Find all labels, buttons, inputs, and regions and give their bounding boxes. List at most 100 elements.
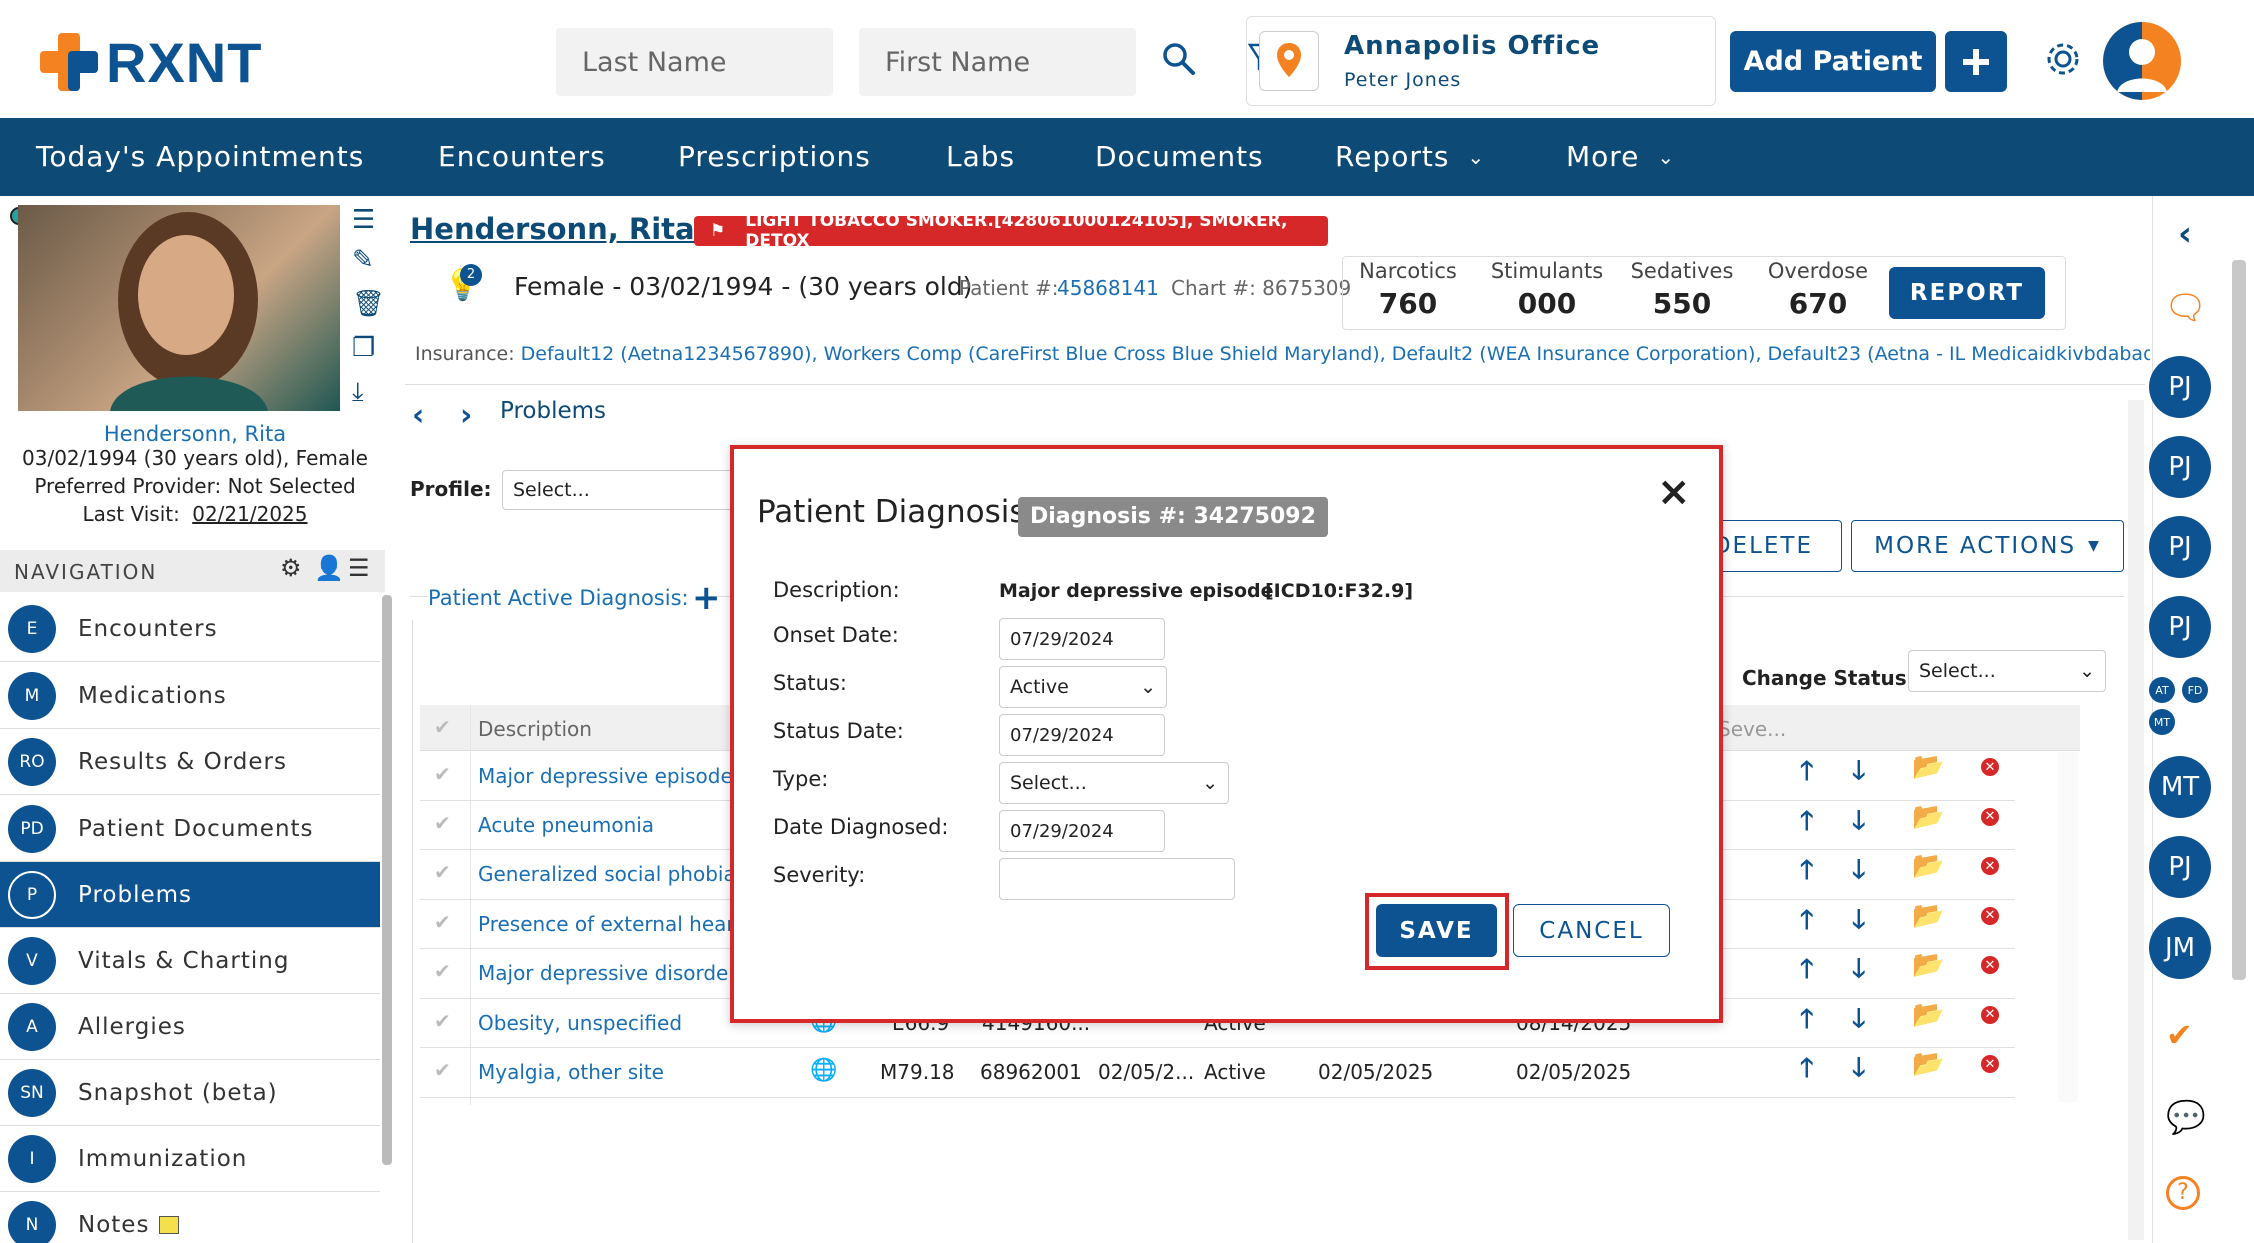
rail-avatar-small[interactable]: AT <box>2149 677 2175 703</box>
nav-todays-appointments[interactable]: Today's Appointments <box>36 140 364 173</box>
edit-icon[interactable]: ✎ <box>352 245 386 289</box>
nav-list-patient-documents[interactable]: PD Patient Documents <box>0 796 380 862</box>
move-up-icon[interactable]: 🡑 <box>1800 752 1814 796</box>
row-description[interactable]: Presence of external hearin <box>478 912 753 936</box>
report-button[interactable]: REPORT <box>1889 267 2045 319</box>
rail-avatar-small[interactable]: MT <box>2149 709 2175 735</box>
rail-avatar[interactable]: JM <box>2149 917 2211 979</box>
nav-list-immunization[interactable]: I Immunization <box>0 1126 380 1192</box>
rail-avatar[interactable]: PJ <box>2149 436 2211 498</box>
rail-avatar[interactable]: PJ <box>2149 596 2211 658</box>
folder-icon[interactable]: 📂 <box>1912 802 1944 832</box>
office-selector[interactable]: Annapolis Office Peter Jones <box>1246 16 1716 106</box>
navigation-scrollbar[interactable] <box>382 595 392 1165</box>
last-name-input[interactable]: Last Name <box>556 28 833 96</box>
content-scrollbar[interactable] <box>2128 400 2144 1240</box>
nav-list-medications[interactable]: M Medications <box>0 663 380 729</box>
close-icon[interactable]: × <box>1657 469 1691 515</box>
rail-avatar[interactable]: PJ <box>2149 356 2211 418</box>
add-diagnosis-icon[interactable]: + <box>692 578 721 618</box>
patient-name[interactable]: Hendersonn, Rita <box>410 212 695 246</box>
patient-flag-badge[interactable]: ⚑ LIGHT TOBACCO SMOKER.[428061000124105]… <box>694 211 1328 251</box>
delete-row-icon[interactable]: ✕ <box>1981 758 1999 776</box>
user-avatar[interactable] <box>2103 22 2181 100</box>
nav-list-vitals[interactable]: V Vitals & Charting <box>0 928 380 994</box>
search-icon[interactable] <box>1160 40 1198 78</box>
insurance-value[interactable]: Default12 (Aetna1234567890), Workers Com… <box>521 343 2150 365</box>
row-checkbox[interactable]: ✔ <box>434 762 451 786</box>
copy-icon[interactable]: ❐ <box>352 333 386 377</box>
move-down-icon[interactable]: 🡓 <box>1852 851 1866 895</box>
delete-row-icon[interactable]: ✕ <box>1981 956 1999 974</box>
delete-row-icon[interactable]: ✕ <box>1981 1005 1999 1024</box>
download-icon[interactable]: ⤓ <box>352 377 386 417</box>
row-checkbox[interactable]: ✔ <box>434 910 451 934</box>
nav-labs[interactable]: Labs <box>946 140 1015 173</box>
nav-encounters[interactable]: Encounters <box>438 140 606 173</box>
change-status-select[interactable]: Select... ⌄ <box>1908 650 2106 692</box>
profile-select[interactable]: Select... <box>502 470 742 510</box>
move-down-icon[interactable]: 🡓 <box>1852 1000 1866 1044</box>
folder-icon[interactable]: 📂 <box>1912 851 1944 881</box>
move-up-icon[interactable]: 🡑 <box>1800 1049 1814 1093</box>
date-diagnosed-input[interactable]: 07/29/2024 <box>999 810 1165 852</box>
row-description[interactable]: Acute pneumonia <box>478 813 654 837</box>
move-down-icon[interactable]: 🡓 <box>1852 901 1866 945</box>
table-scrollbar[interactable] <box>2058 752 2078 1102</box>
move-down-icon[interactable]: 🡓 <box>1852 752 1866 796</box>
last-visit-date[interactable]: 02/21/2025 <box>192 502 307 526</box>
nav-list-allergies[interactable]: A Allergies <box>0 994 380 1060</box>
row-description[interactable]: Myalgia, other site <box>478 1060 664 1084</box>
nav-list-encounters[interactable]: E Encounters <box>0 596 380 662</box>
delete-row-icon[interactable]: ✕ <box>1981 1055 1999 1073</box>
rail-avatar[interactable]: PJ <box>2149 516 2211 578</box>
status-select[interactable]: Active ⌄ <box>999 666 1167 708</box>
delete-row-icon[interactable]: ✕ <box>1981 857 1999 875</box>
move-up-icon[interactable]: 🡑 <box>1800 901 1814 945</box>
rail-avatar[interactable]: PJ <box>2149 836 2211 898</box>
type-select[interactable]: Select... ⌄ <box>999 762 1229 804</box>
folder-icon[interactable]: 📂 <box>1912 1000 1944 1030</box>
move-down-icon[interactable]: 🡓 <box>1852 950 1866 994</box>
delete-row-icon[interactable]: ✕ <box>1981 906 1999 925</box>
row-checkbox[interactable]: ✔ <box>434 1058 451 1082</box>
list-icon[interactable]: ☰ <box>352 205 386 245</box>
row-checkbox[interactable]: ✔ <box>434 959 451 983</box>
folder-icon[interactable]: 📂 <box>1912 752 1944 782</box>
rail-avatar-small[interactable]: FD <box>2182 677 2208 703</box>
move-up-icon[interactable]: 🡑 <box>1800 950 1814 994</box>
onset-date-input[interactable]: 07/29/2024 <box>999 618 1165 660</box>
row-description[interactable]: Major depressive disorder, r <box>478 961 758 985</box>
help-icon[interactable]: ? <box>2166 1176 2200 1210</box>
forward-chevron-icon[interactable]: › <box>460 398 472 433</box>
select-all-checkbox[interactable]: ✔ <box>434 715 451 739</box>
nav-reports[interactable]: Reports ⌄ <box>1335 140 1485 173</box>
row-description[interactable]: Obesity, unspecified <box>478 1011 682 1035</box>
rail-avatar[interactable]: MT <box>2149 756 2211 818</box>
nav-documents[interactable]: Documents <box>1095 140 1264 173</box>
folder-icon[interactable]: 📂 <box>1912 950 1944 980</box>
move-up-icon[interactable]: 🡑 <box>1800 851 1814 895</box>
gear-icon[interactable] <box>2044 40 2082 78</box>
row-description[interactable]: Generalized social phobia <box>478 862 736 886</box>
move-up-icon[interactable]: 🡑 <box>1800 802 1814 846</box>
person-icon[interactable]: 👤 <box>314 554 344 582</box>
col-severity[interactable]: Seve... <box>1718 717 1786 741</box>
table-row[interactable]: ✔ Myalgia, other site 🌐 M79.18 68962001 … <box>420 1048 2015 1098</box>
nav-list-results-orders[interactable]: RO Results & Orders <box>0 729 380 795</box>
patient-number[interactable]: 45868141 <box>1057 276 1159 300</box>
row-description[interactable]: Major depressive episode <box>478 764 733 788</box>
nav-list-notes[interactable]: N Notes <box>0 1192 380 1243</box>
row-checkbox[interactable]: ✔ <box>434 811 451 835</box>
folder-icon[interactable]: 📂 <box>1912 1049 1944 1079</box>
folder-icon[interactable]: 📂 <box>1912 901 1944 931</box>
row-checkbox[interactable]: ✔ <box>434 1009 451 1033</box>
move-down-icon[interactable]: 🡓 <box>1852 1049 1866 1093</box>
gear-icon[interactable]: ⚙ <box>280 554 302 582</box>
more-actions-button[interactable]: MORE ACTIONS ▼ <box>1851 520 2124 572</box>
check-circle-icon[interactable]: ✔ <box>2166 1016 2193 1054</box>
patient-card-name[interactable]: Hendersonn, Rita <box>0 422 390 446</box>
nav-list-problems[interactable]: P Problems <box>0 862 380 928</box>
back-chevron-icon[interactable]: ‹ <box>412 398 424 433</box>
trash-icon[interactable]: 🗑 <box>352 289 386 333</box>
